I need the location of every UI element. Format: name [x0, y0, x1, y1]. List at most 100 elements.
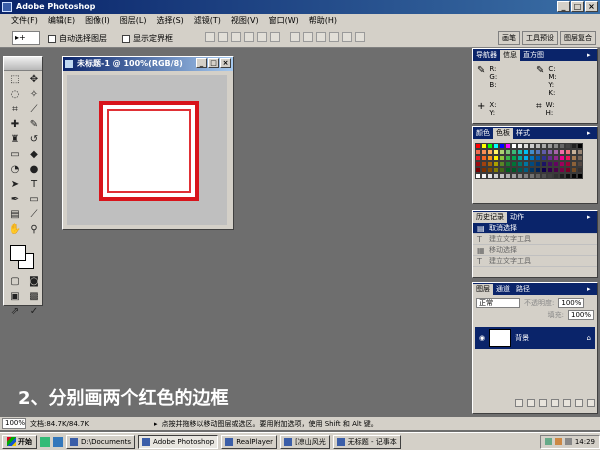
- healing-brush-icon[interactable]: ✚: [6, 118, 24, 132]
- menu-edit[interactable]: 编辑(E): [43, 14, 80, 28]
- magic-wand-icon[interactable]: ✧: [25, 88, 43, 102]
- palette-menu-icon[interactable]: ▸: [587, 127, 597, 139]
- align-bottom-icon[interactable]: [231, 32, 241, 42]
- tab-navigator[interactable]: 导航器: [473, 50, 500, 61]
- layer-comps-tab[interactable]: 图层复合: [560, 31, 596, 45]
- screen-mode-icon[interactable]: ▣: [6, 290, 24, 304]
- path-select-icon[interactable]: ➤: [6, 178, 24, 192]
- taskbar-item[interactable]: RealPlayer: [221, 434, 278, 449]
- dodge-tool-icon[interactable]: ●: [25, 163, 43, 177]
- tool-preset-picker[interactable]: ▸+: [12, 31, 40, 45]
- tool-presets-tab[interactable]: 工具预设: [522, 31, 558, 45]
- edit-check-icon[interactable]: ✓: [25, 305, 43, 319]
- tab-history[interactable]: 历史记录: [473, 212, 507, 223]
- menu-layer[interactable]: 图层(L): [115, 14, 152, 28]
- menu-image[interactable]: 图像(I): [80, 14, 115, 28]
- tray-icon[interactable]: [554, 438, 562, 445]
- menu-file[interactable]: 文件(F): [6, 14, 43, 28]
- maximize-button[interactable]: □: [571, 1, 584, 12]
- doc-size-info[interactable]: 文档:84.7K/84.7K: [30, 419, 150, 429]
- standard-mode-icon[interactable]: ▢: [6, 275, 24, 289]
- tab-channels[interactable]: 通道: [493, 284, 513, 295]
- trash-icon[interactable]: [587, 399, 595, 407]
- quickmask-mode-icon[interactable]: ◙: [25, 275, 43, 289]
- color-swatch[interactable]: [577, 173, 583, 179]
- hand-tool-icon[interactable]: ✋: [6, 223, 24, 237]
- taskbar-item[interactable]: D:\Documents: [66, 434, 136, 449]
- show-bounds-checkbox[interactable]: 显示定界框: [122, 33, 173, 44]
- history-item[interactable]: ▦ 移动选择: [473, 245, 597, 256]
- mask-icon[interactable]: [539, 399, 547, 407]
- marquee-tool-icon[interactable]: ⬚: [6, 73, 24, 87]
- tab-layers[interactable]: 图层: [473, 284, 493, 295]
- quick-launch-icon[interactable]: [53, 436, 63, 447]
- tray-icon[interactable]: [544, 438, 552, 445]
- quick-launch-icon[interactable]: [40, 436, 50, 447]
- doc-close-button[interactable]: ×: [220, 58, 231, 68]
- volume-icon[interactable]: [564, 438, 572, 445]
- new-layer-icon[interactable]: [575, 399, 583, 407]
- taskbar-item[interactable]: 无标题 - 记事本: [332, 434, 401, 449]
- toolbox-header[interactable]: [4, 57, 42, 71]
- distribute-vcenter-icon[interactable]: [303, 32, 313, 42]
- distribute-bottom-icon[interactable]: [316, 32, 326, 42]
- zoom-field[interactable]: 100%: [2, 418, 26, 429]
- notes-tool-icon[interactable]: ▤: [6, 208, 24, 222]
- move-tool-icon[interactable]: ✥: [25, 73, 43, 87]
- menu-help[interactable]: 帮助(H): [304, 14, 342, 28]
- new-set-icon[interactable]: [551, 399, 559, 407]
- zoom-tool-icon[interactable]: ⚲: [25, 223, 43, 237]
- lasso-tool-icon[interactable]: ◌: [6, 88, 24, 102]
- taskbar-item[interactable]: [凉山风光: [280, 434, 330, 449]
- distribute-right-icon[interactable]: [355, 32, 365, 42]
- adjustment-layer-icon[interactable]: [563, 399, 571, 407]
- paint-bucket-icon[interactable]: ◆: [25, 148, 43, 162]
- tab-actions[interactable]: 动作: [507, 212, 527, 223]
- eraser-tool-icon[interactable]: ▭: [6, 148, 24, 162]
- minimize-button[interactable]: _: [557, 1, 570, 12]
- align-right-icon[interactable]: [270, 32, 280, 42]
- window-titlebar[interactable]: Adobe Photoshop _ □ ×: [0, 0, 600, 14]
- brushes-tab[interactable]: 画笔: [498, 31, 520, 45]
- eye-icon[interactable]: ◉: [479, 334, 485, 342]
- shape-tool-icon[interactable]: ▭: [25, 193, 43, 207]
- history-item[interactable]: T 建立文字工具: [473, 256, 597, 267]
- blend-mode-select[interactable]: 正常: [476, 298, 520, 308]
- tab-color[interactable]: 颜色: [473, 128, 493, 139]
- eyedropper-icon[interactable]: ⟋: [25, 208, 43, 222]
- taskbar-item[interactable]: Adobe Photoshop: [138, 434, 219, 449]
- slice-tool-icon[interactable]: ⟋: [25, 103, 43, 117]
- crop-tool-icon[interactable]: ⌗: [6, 103, 24, 117]
- tab-swatches[interactable]: 色板: [493, 128, 513, 139]
- menu-filter[interactable]: 滤镜(T): [189, 14, 226, 28]
- history-brush-icon[interactable]: ↺: [25, 133, 43, 147]
- foreground-color[interactable]: [10, 245, 26, 261]
- fill-input[interactable]: 100%: [568, 310, 594, 320]
- fullscreen-mode-icon[interactable]: ▩: [25, 290, 43, 304]
- tab-paths[interactable]: 路径: [513, 284, 533, 295]
- canvas[interactable]: [67, 75, 227, 225]
- doc-maximize-button[interactable]: □: [208, 58, 219, 68]
- distribute-left-icon[interactable]: [329, 32, 339, 42]
- distribute-top-icon[interactable]: [290, 32, 300, 42]
- jump-to-imageready-icon[interactable]: ⇗: [6, 305, 24, 319]
- auto-select-checkbox[interactable]: 自动选择图层: [48, 33, 107, 44]
- start-button[interactable]: 开始: [2, 434, 37, 449]
- type-tool-icon[interactable]: T: [25, 178, 43, 192]
- tab-styles[interactable]: 样式: [513, 128, 533, 139]
- menu-view[interactable]: 视图(V): [226, 14, 264, 28]
- palette-menu-icon[interactable]: ▸: [587, 283, 597, 295]
- tab-info[interactable]: 信息: [500, 50, 520, 61]
- link-icon[interactable]: [515, 399, 523, 407]
- align-hcenter-icon[interactable]: [257, 32, 267, 42]
- opacity-input[interactable]: 100%: [558, 298, 585, 308]
- history-item[interactable]: T 建立文字工具: [473, 234, 597, 245]
- pen-tool-icon[interactable]: ✒: [6, 193, 24, 207]
- history-item[interactable]: ▤ 取消选择: [473, 223, 597, 234]
- distribute-hcenter-icon[interactable]: [342, 32, 352, 42]
- clone-stamp-icon[interactable]: ♜: [6, 133, 24, 147]
- tab-histogram[interactable]: 直方图: [520, 50, 547, 61]
- layer-style-icon[interactable]: [527, 399, 535, 407]
- doc-minimize-button[interactable]: _: [196, 58, 207, 68]
- brush-tool-icon[interactable]: ✎: [25, 118, 43, 132]
